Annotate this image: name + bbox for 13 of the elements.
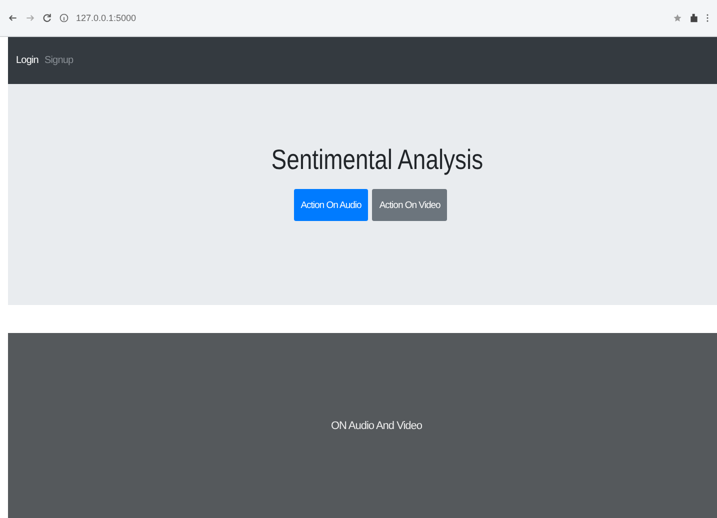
reload-icon[interactable] <box>42 13 52 23</box>
extension-icon[interactable] <box>689 12 699 24</box>
action-button[interactable]: Action On Audio <box>294 189 368 221</box>
info-icon[interactable] <box>59 13 69 23</box>
menu-icon[interactable] <box>706 12 709 24</box>
star-icon[interactable] <box>673 13 682 23</box>
footer-text: ON Audio And Video <box>330 420 422 432</box>
address-field[interactable]: 127.0.0.1:5000 <box>76 13 136 23</box>
page-title: Sentimental Analysis <box>272 144 484 176</box>
nav-link[interactable]: Signup <box>44 55 74 66</box>
action-button[interactable]: Action On Video <box>372 189 448 221</box>
nav-link[interactable]: Login <box>16 55 38 66</box>
back-icon[interactable] <box>8 13 18 23</box>
